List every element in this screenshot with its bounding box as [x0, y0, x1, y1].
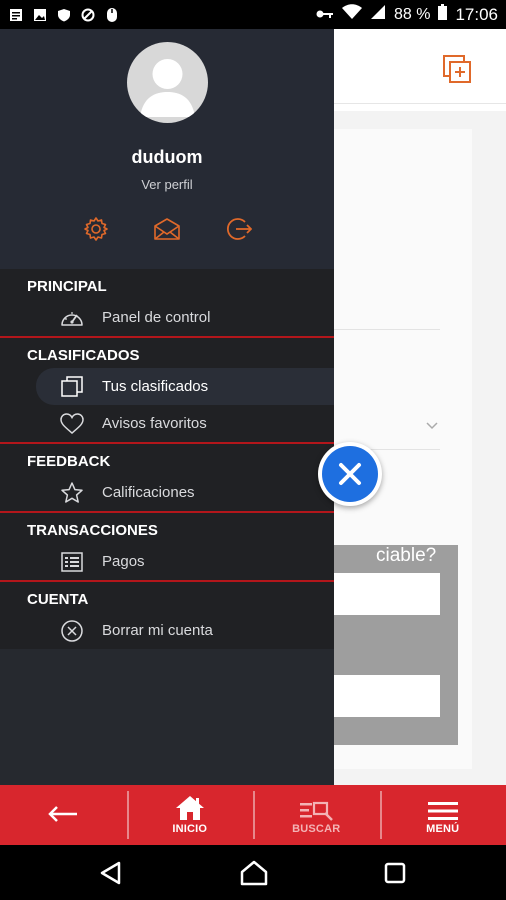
menu-item-calificaciones[interactable]: Calificaciones — [0, 474, 334, 511]
menu-item-label: Avisos favoritos — [102, 415, 207, 432]
close-icon — [322, 446, 378, 502]
section-cuenta: CUENTA Borrar mi cuenta — [0, 582, 334, 649]
system-navigation-bar — [0, 845, 506, 900]
document-notification-icon — [8, 7, 24, 23]
wifi-icon — [341, 4, 362, 25]
section-title: CUENTA — [27, 591, 89, 608]
section-title: FEEDBACK — [27, 453, 111, 470]
section-principal: PRINCIPAL Panel de control — [0, 269, 334, 338]
menu-item-panel-de-control[interactable]: Panel de control — [0, 299, 334, 336]
menu-item-label: Borrar mi cuenta — [102, 622, 213, 639]
section-transacciones: TRANSACCIONES Pagos — [0, 513, 334, 582]
search-list-icon — [299, 795, 334, 821]
chevron-down-icon — [426, 419, 438, 433]
nav-home-icon[interactable] — [240, 859, 268, 887]
clock: 17:06 — [455, 4, 498, 24]
buscar-label: BUSCAR — [292, 823, 341, 835]
menu-item-pagos[interactable]: Pagos — [0, 543, 334, 580]
menu-item-label: Panel de control — [102, 309, 211, 326]
background-form-panel: ciable? — [334, 545, 458, 745]
section-title: TRANSACCIONES — [27, 522, 158, 539]
image-notification-icon — [32, 7, 48, 23]
section-clasificados: CLASIFICADOS Tus clasificados Avisos fav… — [0, 338, 334, 444]
username: duduom — [131, 147, 203, 167]
menu-button[interactable]: MENÚ — [379, 785, 506, 845]
receipt-icon — [60, 550, 84, 574]
gear-icon[interactable] — [82, 215, 110, 243]
section-feedback: FEEDBACK Calificaciones — [0, 444, 334, 513]
menu-item-label: Calificaciones — [102, 484, 195, 501]
battery-icon — [438, 4, 448, 25]
battery-percent: 88 % — [393, 5, 431, 23]
background-header — [334, 29, 506, 104]
background-field[interactable] — [334, 675, 440, 717]
speedometer-icon — [60, 306, 84, 330]
copy-icon — [60, 375, 84, 399]
status-bar: 88 % 17:06 — [0, 0, 506, 29]
section-title: CLASIFICADOS — [27, 347, 140, 364]
avatar[interactable] — [127, 42, 208, 123]
mouse-notification-icon — [104, 7, 120, 23]
mail-icon[interactable] — [153, 215, 181, 243]
menu-item-label: Pagos — [102, 553, 145, 570]
nav-recents-icon[interactable] — [381, 859, 409, 887]
bottom-app-bar: INICIO BUSCAR MENÚ — [0, 785, 506, 845]
menu-item-label: Tus clasificados — [102, 378, 209, 395]
shield-notification-icon — [56, 7, 72, 23]
home-icon — [175, 795, 205, 821]
profile-header: duduom Ver perfil — [0, 29, 334, 269]
question-text: ciable? — [376, 545, 437, 566]
inicio-button[interactable]: INICIO — [126, 785, 254, 845]
logout-icon[interactable] — [225, 215, 253, 243]
menu-item-borrar-mi-cuenta[interactable]: Borrar mi cuenta — [0, 612, 334, 649]
drawer-menu: PRINCIPAL Panel de control CLASIFICADOS … — [0, 269, 334, 649]
close-circle-icon — [60, 619, 84, 643]
close-drawer-button[interactable] — [318, 442, 382, 506]
back-button[interactable] — [0, 785, 127, 845]
heart-icon — [60, 412, 84, 436]
blocked-notification-icon — [80, 7, 96, 23]
menu-icon — [427, 795, 458, 821]
menu-label: MENÚ — [426, 823, 460, 835]
arrow-left-icon — [47, 805, 79, 823]
background-field[interactable] — [334, 573, 440, 615]
background-page: ciable? — [334, 29, 506, 785]
navigation-drawer: duduom Ver perfil PRINCIPAL Panel de con… — [0, 29, 334, 785]
menu-item-avisos-favoritos[interactable]: Avisos favoritos — [0, 405, 334, 442]
nav-back-icon[interactable] — [96, 859, 124, 887]
add-copy-icon[interactable] — [442, 54, 472, 89]
key-icon — [316, 6, 334, 24]
signal-icon — [370, 4, 386, 25]
section-title: PRINCIPAL — [27, 278, 107, 295]
notification-icons — [8, 7, 120, 23]
inicio-label: INICIO — [172, 823, 208, 835]
star-icon — [60, 481, 84, 505]
divider — [334, 329, 440, 330]
buscar-button[interactable]: BUSCAR — [253, 785, 380, 845]
view-profile-link[interactable]: Ver perfil — [0, 177, 334, 192]
menu-item-tus-clasificados[interactable]: Tus clasificados — [36, 368, 334, 405]
